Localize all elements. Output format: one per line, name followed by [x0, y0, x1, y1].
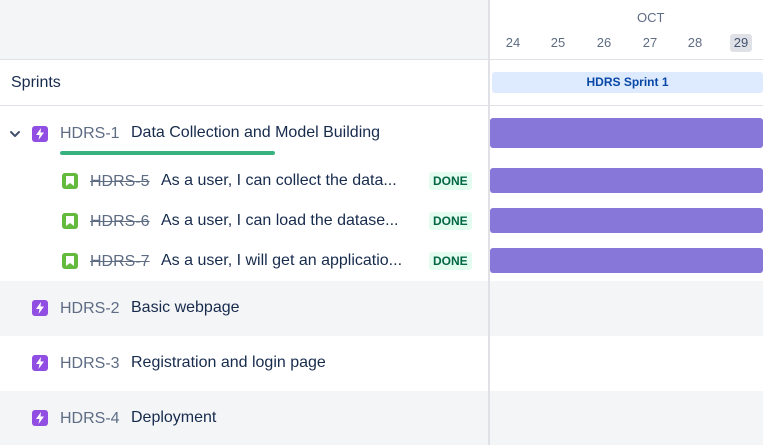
timeline-pane: OCT 24 25 26 27 28 29 HDRS Sprint 1	[490, 0, 763, 445]
timeline-bar-hdrs-7[interactable]	[490, 248, 763, 273]
issue-summary[interactable]: As a user, I can load the datase...	[161, 212, 398, 230]
day-label: 24	[505, 35, 521, 50]
bookmark-icon	[62, 173, 78, 189]
timeline-row	[490, 106, 763, 160]
issue-key[interactable]: HDRS-1	[60, 125, 120, 143]
timeline-header: OCT 24 25 26 27 28 29	[490, 0, 763, 60]
timeline-bar-hdrs-1[interactable]	[490, 118, 763, 148]
child-row-hdrs-5[interactable]: HDRS-5 As a user, I can collect the data…	[0, 160, 488, 200]
issue-summary[interactable]: As a user, I can collect the data...	[161, 172, 397, 190]
issue-list-pane: Sprints HDRS-1 Data Collection and Model…	[0, 0, 488, 445]
timeline-row	[490, 336, 763, 391]
lightning-icon	[32, 126, 48, 142]
issue-key[interactable]: HDRS-4	[60, 410, 120, 428]
day-label: 26	[596, 35, 612, 50]
issue-key[interactable]: HDRS-3	[60, 355, 120, 373]
status-badge: DONE	[429, 252, 472, 270]
list-header	[0, 0, 488, 60]
timeline-bar-hdrs-5[interactable]	[490, 168, 763, 193]
timeline-row	[490, 281, 763, 336]
epic-row-hdrs-1[interactable]: HDRS-1 Data Collection and Model Buildin…	[0, 106, 488, 160]
timeline-row	[490, 160, 763, 200]
issue-summary[interactable]: Data Collection and Model Building	[131, 124, 380, 142]
timeline-row	[490, 240, 763, 280]
status-badge: DONE	[429, 172, 472, 190]
lightning-icon	[32, 410, 48, 426]
epic-row-hdrs-3[interactable]: HDRS-3 Registration and login page	[0, 336, 488, 391]
status-badge: DONE	[429, 212, 472, 230]
day-label: 25	[550, 35, 566, 50]
child-row-hdrs-7[interactable]: HDRS-7 As a user, I will get an applicat…	[0, 240, 488, 280]
timeline-bar-hdrs-6[interactable]	[490, 208, 763, 233]
epic-progress-bar	[60, 151, 275, 155]
bookmark-icon	[62, 253, 78, 269]
child-row-hdrs-6[interactable]: HDRS-6 As a user, I can load the datase.…	[0, 200, 488, 240]
day-label: 27	[642, 35, 658, 50]
issue-summary[interactable]: Deployment	[131, 409, 216, 427]
issue-key[interactable]: HDRS-2	[60, 300, 120, 318]
bookmark-icon	[62, 213, 78, 229]
lightning-icon	[32, 355, 48, 371]
today-marker: 29	[730, 34, 752, 52]
issue-summary[interactable]: Basic webpage	[131, 299, 240, 317]
lightning-icon	[32, 300, 48, 316]
issue-summary[interactable]: As a user, I will get an applicatio...	[161, 252, 402, 270]
day-label: 28	[687, 35, 703, 50]
epic-row-hdrs-4[interactable]: HDRS-4 Deployment	[0, 391, 488, 445]
sprint-bar[interactable]: HDRS Sprint 1	[492, 72, 763, 93]
issue-key[interactable]: HDRS-5	[90, 173, 150, 191]
sprints-row: Sprints	[0, 60, 488, 106]
epic-progress-fill	[60, 151, 275, 155]
issue-key[interactable]: HDRS-6	[90, 213, 150, 231]
timeline-row	[490, 391, 763, 445]
month-label: OCT	[637, 10, 665, 25]
sprints-label: Sprints	[11, 74, 61, 91]
epic-row-hdrs-2[interactable]: HDRS-2 Basic webpage	[0, 281, 488, 336]
timeline-row	[490, 200, 763, 240]
issue-key[interactable]: HDRS-7	[90, 253, 150, 271]
sprint-lane: HDRS Sprint 1	[490, 60, 763, 106]
chevron-down-icon[interactable]	[8, 127, 22, 141]
issue-summary[interactable]: Registration and login page	[131, 354, 326, 372]
